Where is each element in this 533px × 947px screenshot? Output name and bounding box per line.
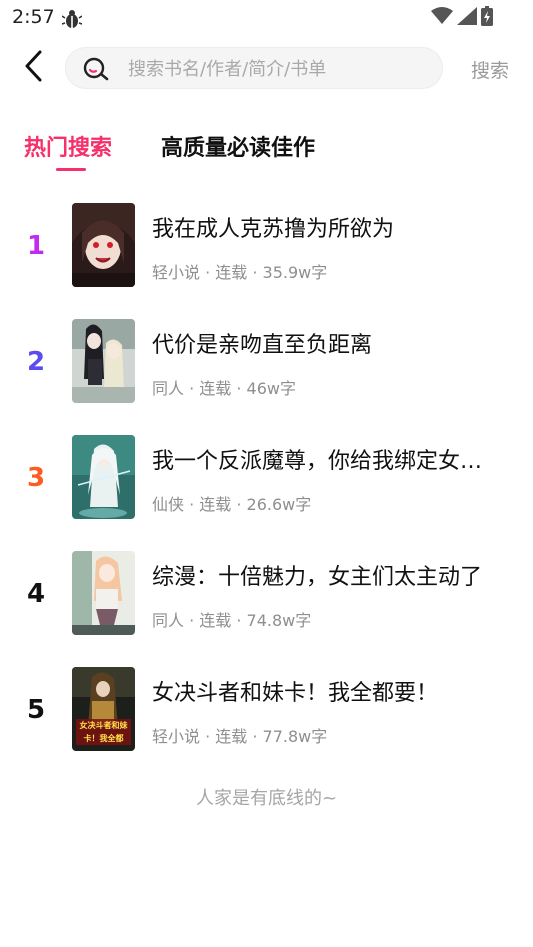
active-tab-indicator: [56, 168, 86, 171]
search-input[interactable]: [126, 48, 430, 90]
list-item[interactable]: 5 女决斗者和妹卡！我全都要！ 女决斗者和妹卡！我全都要！ 轻小说 · 连载 ·…: [0, 667, 533, 751]
rank-number: 5: [26, 695, 46, 725]
chevron-left-icon: [24, 50, 44, 86]
book-cover: [72, 203, 135, 287]
book-meta: 仙侠 · 连载 · 26.6w字: [152, 495, 312, 514]
tab-bar: 热门搜索 高质量必读佳作: [0, 130, 533, 180]
rank-number: 4: [26, 579, 46, 609]
rank-number: 1: [26, 231, 46, 261]
book-title: 我在成人克苏撸为所欲为: [152, 217, 395, 242]
rank-number: 2: [26, 347, 46, 377]
search-box[interactable]: [65, 47, 443, 90]
wifi-icon: [431, 7, 453, 29]
book-meta: 轻小说 · 连载 · 77.8w字: [152, 727, 328, 746]
status-time: 2:57: [12, 6, 55, 28]
cover-title-text: 女决斗者和妹卡！我全都要！: [79, 721, 128, 743]
search-icon: [82, 56, 110, 86]
rank-number: 3: [26, 463, 46, 493]
search-button[interactable]: 搜索: [471, 56, 509, 83]
book-meta: 同人 · 连载 · 74.8w字: [152, 611, 312, 630]
cellular-signal-icon: [457, 7, 477, 29]
book-cover: [72, 319, 135, 403]
tab-quality-picks[interactable]: 高质量必读佳作: [161, 130, 315, 162]
book-title: 代价是亲吻直至负距离: [152, 333, 373, 358]
status-icons: [431, 6, 493, 30]
book-meta: 轻小说 · 连载 · 35.9w字: [152, 263, 328, 282]
book-meta: 同人 · 连载 · 46w字: [152, 379, 296, 398]
back-button[interactable]: [18, 50, 50, 86]
book-cover: 女决斗者和妹卡！我全都要！: [72, 667, 135, 751]
list-item[interactable]: 3 我一个反派魔尊，你给我绑定女… 仙侠 · 连载 · 26.6w字: [0, 435, 533, 519]
tab-hot-search[interactable]: 热门搜索: [24, 130, 112, 162]
status-bar: 2:57: [0, 0, 533, 36]
list-item[interactable]: 2 代价是亲吻直至负距离 同人 · 连载 · 46w字: [0, 319, 533, 403]
book-title: 综漫：十倍魅力，女主们太主动了: [152, 565, 483, 590]
list-item[interactable]: 1 我在成人克苏撸为所欲为 轻小说 · 连载 · 35.9w字: [0, 203, 533, 287]
book-title: 我一个反派魔尊，你给我绑定女…: [152, 449, 483, 474]
debug-bug-icon: [61, 8, 83, 34]
end-of-list-note: 人家是有底线的~: [195, 788, 338, 809]
book-cover: [72, 551, 135, 635]
list-item[interactable]: 4 综漫：十倍魅力，女主们太主动了 同人 · 连载 · 74.8w字: [0, 551, 533, 635]
book-cover: [72, 435, 135, 519]
search-bar: 搜索: [0, 46, 533, 90]
battery-charging-icon: [481, 6, 493, 30]
book-title: 女决斗者和妹卡！我全都要！: [152, 681, 439, 706]
